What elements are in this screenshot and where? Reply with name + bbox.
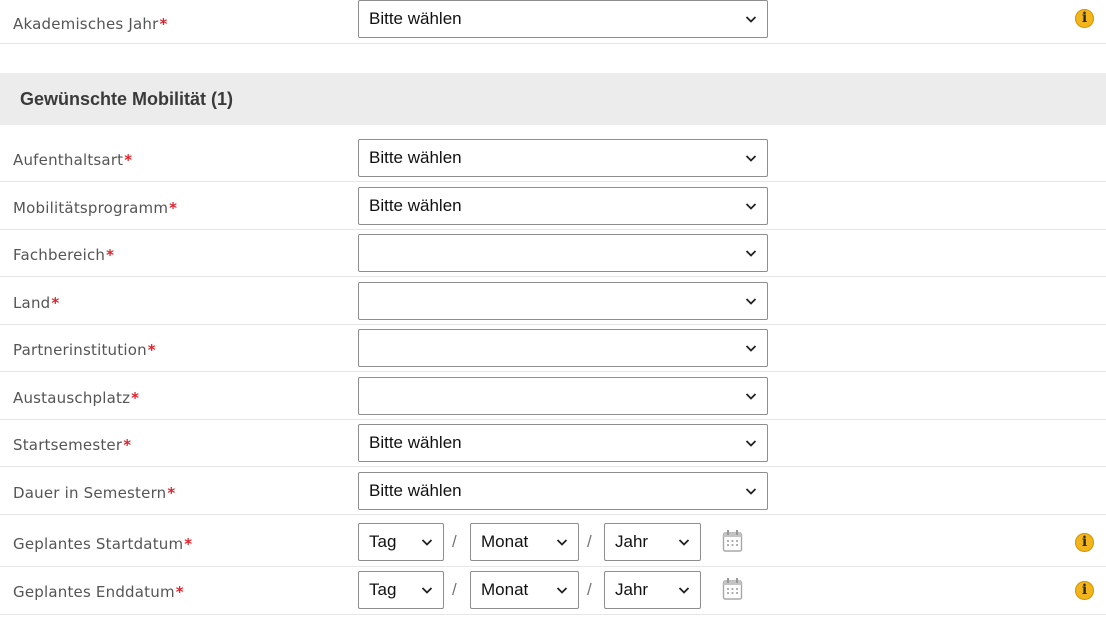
field-row: Partnerinstitution* [0, 324, 1106, 372]
required-marker: * [175, 583, 184, 601]
required-marker: * [123, 436, 132, 454]
end-month-select[interactable]: Monat [470, 571, 579, 609]
field-label-text: Dauer in Semestern [13, 484, 167, 502]
field-select-value: Bitte wählen [369, 481, 462, 500]
chevron-down-icon [556, 587, 568, 594]
field-label-text: Mobilitätsprogramm [13, 199, 169, 217]
end-date-label-text: Geplantes Enddatum [13, 583, 175, 601]
end-date-label: Geplantes Enddatum* [13, 583, 184, 601]
chevron-down-icon [678, 587, 690, 594]
field-label-text: Aufenthaltsart [13, 151, 124, 169]
academic-year-row: Akademisches Jahr* Bitte wählen i [0, 0, 1106, 44]
start-year-select[interactable]: Jahr [604, 523, 701, 561]
field-select-value: Bitte wählen [369, 196, 462, 215]
academic-year-label: Akademisches Jahr* [13, 15, 168, 33]
chevron-down-icon [421, 539, 433, 546]
chevron-down-icon [745, 298, 757, 305]
start-month-value: Monat [481, 532, 529, 551]
required-marker: * [167, 484, 176, 502]
section-header: Gewünschte Mobilität (1) [0, 73, 1106, 125]
field-select[interactable]: Bitte wählen [358, 139, 768, 177]
row-divider [0, 614, 1106, 615]
field-label: Partnerinstitution* [13, 341, 156, 359]
calendar-icon[interactable] [722, 529, 743, 553]
required-marker: * [147, 341, 156, 359]
field-select[interactable]: Bitte wählen [358, 472, 768, 510]
start-day-value: Tag [369, 532, 397, 551]
field-row: Land* [0, 277, 1106, 325]
field-label: Dauer in Semestern* [13, 484, 175, 502]
field-select[interactable]: Bitte wählen [358, 187, 768, 225]
info-icon[interactable]: i [1075, 9, 1094, 28]
start-year-value: Jahr [615, 532, 649, 551]
required-marker: * [124, 151, 133, 169]
field-row: Austauschplatz* [0, 372, 1106, 420]
field-label: Mobilitätsprogramm* [13, 199, 177, 217]
field-label: Land* [13, 294, 59, 312]
field-row: Mobilitätsprogramm* Bitte wählen [0, 182, 1106, 230]
chevron-down-icon [745, 155, 757, 162]
field-select[interactable] [358, 377, 768, 415]
field-select[interactable]: Bitte wählen [358, 424, 768, 462]
field-row: Aufenthaltsart* Bitte wählen [0, 134, 1106, 182]
end-day-select[interactable]: Tag [358, 571, 444, 609]
required-marker: * [51, 294, 60, 312]
field-label: Fachbereich* [13, 246, 114, 264]
end-day-value: Tag [369, 580, 397, 599]
field-label-text: Partnerinstitution [13, 341, 147, 359]
field-row: Dauer in Semestern* Bitte wählen [0, 467, 1106, 515]
section-title: Gewünschte Mobilität (1) [20, 89, 234, 109]
chevron-down-icon [745, 345, 757, 352]
field-select[interactable] [358, 234, 768, 272]
field-label: Austauschplatz* [13, 389, 139, 407]
chevron-down-icon [745, 488, 757, 495]
academic-year-label-text: Akademisches Jahr [13, 15, 159, 33]
end-year-value: Jahr [615, 580, 649, 599]
field-row: Fachbereich* [0, 229, 1106, 277]
required-marker: * [184, 535, 193, 553]
academic-year-value: Bitte wählen [369, 9, 462, 28]
info-icon[interactable]: i [1075, 533, 1094, 552]
end-month-value: Monat [481, 580, 529, 599]
field-label: Aufenthaltsart* [13, 151, 132, 169]
field-select-value: Bitte wählen [369, 433, 462, 452]
field-select[interactable] [358, 282, 768, 320]
field-label-text: Fachbereich [13, 246, 106, 264]
chevron-down-icon [745, 203, 757, 210]
field-row: Startsemester* Bitte wählen [0, 419, 1106, 467]
chevron-down-icon [421, 587, 433, 594]
chevron-down-icon [745, 16, 757, 23]
start-date-label: Geplantes Startdatum* [13, 535, 192, 553]
chevron-down-icon [556, 539, 568, 546]
required-marker: * [169, 199, 178, 217]
start-day-select[interactable]: Tag [358, 523, 444, 561]
field-select-value: Bitte wählen [369, 148, 462, 167]
field-label-text: Land [13, 294, 51, 312]
chevron-down-icon [745, 440, 757, 447]
date-separator: / [452, 580, 457, 599]
date-separator: / [587, 580, 592, 599]
field-label-text: Startsemester [13, 436, 123, 454]
required-marker: * [159, 15, 168, 33]
date-separator: / [587, 532, 592, 551]
field-label: Startsemester* [13, 436, 131, 454]
academic-year-select[interactable]: Bitte wählen [358, 0, 768, 38]
field-label-text: Austauschplatz [13, 389, 131, 407]
required-marker: * [131, 389, 140, 407]
start-month-select[interactable]: Monat [470, 523, 579, 561]
chevron-down-icon [745, 393, 757, 400]
start-date-row: Geplantes Startdatum* Tag / Monat / Jahr… [0, 519, 1106, 567]
end-year-select[interactable]: Jahr [604, 571, 701, 609]
chevron-down-icon [745, 250, 757, 257]
row-divider [0, 43, 1106, 44]
field-select[interactable] [358, 329, 768, 367]
start-date-label-text: Geplantes Startdatum [13, 535, 184, 553]
date-separator: / [452, 532, 457, 551]
chevron-down-icon [678, 539, 690, 546]
end-date-row: Geplantes Enddatum* Tag / Monat / Jahr i [0, 567, 1106, 615]
calendar-icon[interactable] [722, 577, 743, 601]
info-icon[interactable]: i [1075, 581, 1094, 600]
row-divider [0, 514, 1106, 515]
required-marker: * [106, 246, 115, 264]
